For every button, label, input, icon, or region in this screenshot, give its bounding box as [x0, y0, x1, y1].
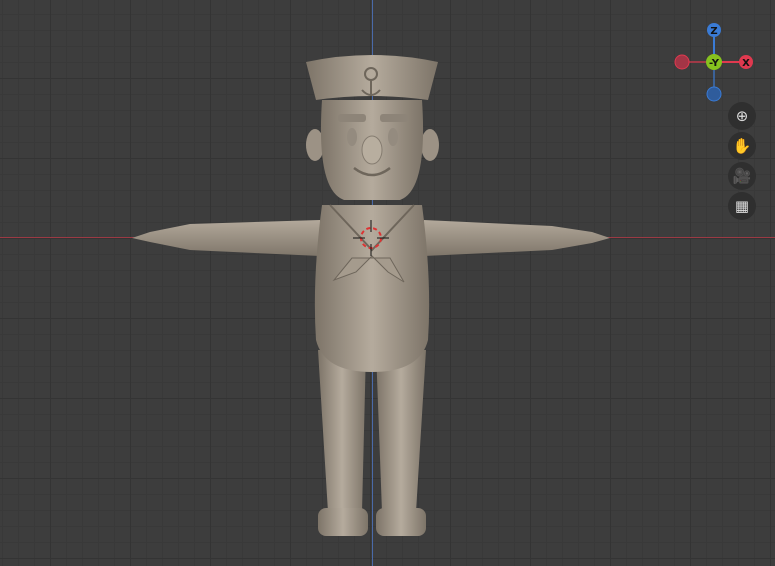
svg-text:-Y: -Y: [709, 58, 720, 69]
ortho-toggle-button[interactable]: ▦: [728, 192, 756, 220]
right-shoe: [376, 508, 426, 536]
hand-icon: ✋: [732, 137, 752, 155]
right-ear: [421, 129, 439, 161]
torso: [314, 205, 430, 372]
right-arm: [424, 220, 610, 256]
pan-button[interactable]: ✋: [728, 132, 756, 160]
sailor-model[interactable]: [0, 0, 775, 566]
grid-icon: ▦: [734, 197, 750, 215]
neg-x-axis-handle: [674, 54, 690, 70]
left-leg: [318, 350, 366, 512]
3d-viewport[interactable]: Z X -Y ⊕ ✋ 🎥 ▦: [0, 0, 775, 566]
zoom-button[interactable]: ⊕: [728, 102, 756, 130]
svg-text:Z: Z: [710, 26, 717, 37]
zoom-in-icon: ⊕: [735, 107, 749, 125]
neg-z-axis-handle: [706, 86, 722, 102]
camera-icon: 🎥: [732, 167, 752, 185]
svg-text:X: X: [742, 58, 750, 69]
camera-view-button[interactable]: 🎥: [728, 162, 756, 190]
navigation-gizmo[interactable]: Z X -Y: [670, 20, 760, 110]
left-arm: [132, 220, 320, 256]
right-leg: [376, 350, 426, 512]
left-shoe: [318, 508, 368, 536]
